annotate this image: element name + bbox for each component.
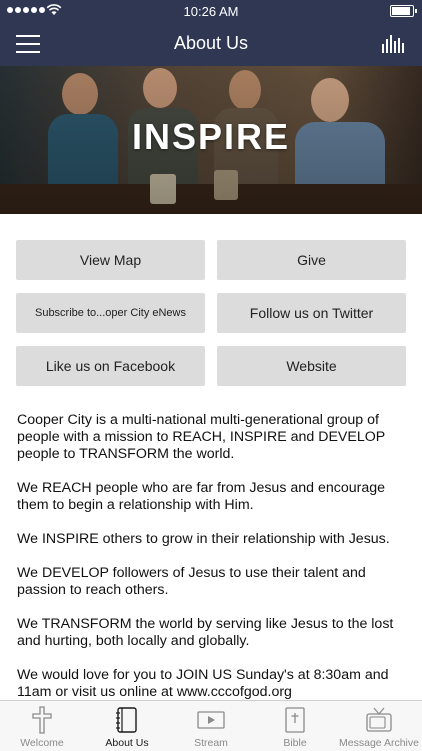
website-button[interactable]: Website (217, 346, 406, 386)
tab-label: About Us (105, 737, 149, 749)
tab-label: Bible (283, 737, 307, 749)
tab-label: Welcome (20, 737, 64, 749)
bible-icon (285, 707, 305, 733)
notebook-icon (116, 707, 137, 733)
about-paragraph: We would love for you to JOIN US Sunday'… (17, 667, 389, 700)
about-paragraph: We TRANSFORM the world by serving like J… (17, 616, 394, 649)
status-time: 10:26 AM (183, 4, 239, 19)
subscribe-enews-button[interactable]: Subscribe to...oper City eNews (16, 293, 205, 333)
tab-message-archive[interactable]: Message Archive (337, 701, 421, 751)
about-description: Cooper City is a multi-national multi-ge… (17, 412, 409, 718)
hamburger-icon (16, 35, 40, 37)
follow-twitter-button[interactable]: Follow us on Twitter (217, 293, 406, 333)
hero-banner: INSPIRE (0, 66, 422, 214)
tab-label: Stream (194, 737, 228, 749)
audio-bars-icon[interactable] (382, 35, 406, 53)
tab-bible[interactable]: Bible (253, 701, 337, 751)
video-icon (197, 711, 225, 729)
view-map-button[interactable]: View Map (16, 240, 205, 280)
status-bar: 10:26 AM (0, 0, 422, 22)
tab-about-us[interactable]: About Us (85, 701, 169, 751)
nav-bar: About Us (0, 22, 422, 66)
about-paragraph: We INSPIRE others to grow in their relat… (17, 531, 390, 547)
like-facebook-button[interactable]: Like us on Facebook (16, 346, 205, 386)
tab-bar: Welcome About Us Stream Bible Message Ar… (0, 700, 422, 751)
about-paragraph: We REACH people who are far from Jesus a… (17, 480, 386, 513)
menu-button[interactable] (16, 35, 40, 53)
tab-label: Message Archive (339, 737, 419, 749)
cross-icon (32, 706, 52, 734)
battery-icon (390, 5, 417, 17)
page-title: About Us (173, 33, 249, 53)
about-paragraph: Cooper City is a multi-national multi-ge… (17, 412, 385, 462)
tv-icon (366, 707, 392, 732)
tab-welcome[interactable]: Welcome (0, 701, 84, 751)
tab-stream[interactable]: Stream (169, 701, 253, 751)
hero-title: INSPIRE (131, 116, 291, 157)
give-button[interactable]: Give (217, 240, 406, 280)
about-paragraph: We DEVELOP followers of Jesus to use the… (17, 565, 366, 598)
